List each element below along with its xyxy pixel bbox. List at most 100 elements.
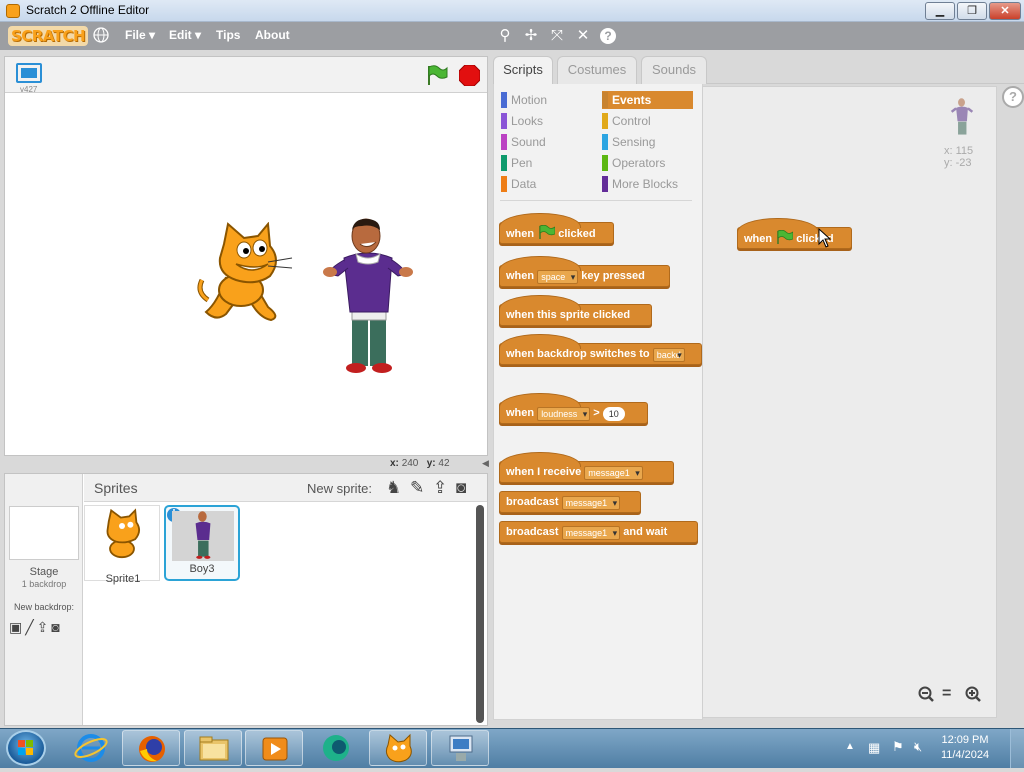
duplicate-tool-icon[interactable]: ⚲ <box>496 27 514 45</box>
paint-backdrop-icon[interactable]: ▣ <box>9 619 25 635</box>
help-tool-icon[interactable]: ? <box>600 28 616 44</box>
backdrop-dropdown[interactable]: backd <box>652 348 685 362</box>
sprite-name: Boy3 <box>189 563 215 575</box>
app-icon <box>6 4 20 18</box>
tray-flag-icon[interactable]: ⚑ <box>892 739 904 755</box>
scratch-logo[interactable]: SCRATCH <box>8 26 89 46</box>
category-sound[interactable]: Sound <box>501 133 591 151</box>
category-events[interactable]: Events <box>602 91 693 109</box>
upload-backdrop-icon[interactable]: ⇪ <box>37 619 52 635</box>
stage-column: Stage 1 backdrop New backdrop: ▣╱⇪◙ <box>5 474 83 725</box>
category-sensing[interactable]: Sensing <box>602 133 693 151</box>
sprite-y: y: -23 <box>944 157 972 169</box>
zoom-in-icon[interactable] <box>965 686 981 702</box>
category-looks[interactable]: Looks <box>501 112 591 130</box>
zoom-reset-icon[interactable]: = <box>942 686 958 702</box>
stop-sign-icon[interactable] <box>458 64 481 87</box>
file-explorer-icon[interactable] <box>184 730 242 766</box>
category-swatch <box>501 92 507 108</box>
block-when-loudness[interactable]: when loudness > 10 <box>499 393 648 424</box>
globe-icon[interactable] <box>93 27 109 43</box>
sprite-x: x: 115 <box>944 145 974 157</box>
backdrop-count: 1 backdrop <box>21 579 67 589</box>
sprite-position: x: 115 y: -23 <box>944 145 973 169</box>
collapse-arrow-icon[interactable]: ◀ <box>482 458 490 472</box>
sprite-thumbnail-boy3[interactable]: i Boy3 <box>164 505 240 581</box>
stage-thumbnail[interactable] <box>9 506 79 560</box>
network-app-icon[interactable] <box>431 730 489 766</box>
clock[interactable]: 12:09 PM 11/4/2024 <box>935 733 995 763</box>
block-broadcast-and-wait[interactable]: broadcast message1 and wait <box>499 521 698 543</box>
show-desktop-button[interactable] <box>1010 729 1024 768</box>
clock-time: 12:09 PM <box>941 734 989 746</box>
script-when-flag-clicked[interactable]: when clicked <box>737 218 852 249</box>
block-when-key-pressed[interactable]: when space key pressed <box>499 256 670 287</box>
close-button[interactable]: ✕ <box>989 2 1021 20</box>
sprite-thumbnail-sprite1[interactable]: Sprite1 <box>84 505 160 585</box>
internet-explorer-icon[interactable] <box>62 730 120 766</box>
grow-tool-icon[interactable]: ⤧ <box>548 27 566 45</box>
upload-sprite-icon[interactable]: ⇪ <box>433 478 447 498</box>
scripts-area[interactable] <box>702 86 997 718</box>
scratch-taskbar-icon[interactable] <box>369 730 427 766</box>
green-flag-icon <box>777 230 794 244</box>
draw-backdrop-icon[interactable]: ╱ <box>25 619 36 635</box>
tray-arrow-icon[interactable]: ▲ <box>845 741 855 752</box>
choose-sprite-icon[interactable]: ♞ <box>386 478 401 498</box>
threshold-input[interactable]: 10 <box>602 407 625 421</box>
sprites-header: Sprites New sprite: ♞ ✎ ⇪ ◙ <box>84 474 487 502</box>
maximize-button[interactable]: ❐ <box>957 2 987 20</box>
camera-backdrop-icon[interactable]: ◙ <box>51 619 62 635</box>
x-label: x: <box>390 458 399 469</box>
about-menu[interactable]: About <box>255 28 290 42</box>
message-dropdown[interactable]: message1 <box>561 496 621 510</box>
start-button[interactable] <box>6 730 46 766</box>
tab-scripts[interactable]: Scripts <box>493 56 553 85</box>
paint-sprite-icon[interactable]: ✎ <box>410 478 424 498</box>
block-broadcast[interactable]: broadcast message1 <box>499 491 641 513</box>
current-sprite-thumbnail <box>950 98 974 138</box>
edit-menu[interactable]: Edit ▾ <box>169 28 201 42</box>
title-bar: Scratch 2 Offline Editor ▁ ❐ ✕ <box>0 0 1024 22</box>
tab-costumes[interactable]: Costumes <box>557 56 637 84</box>
sensor-dropdown[interactable]: loudness <box>537 407 591 421</box>
category-list-right: Events Control Sensing Operators More Bl… <box>602 91 693 196</box>
zoom-out-icon[interactable] <box>918 686 934 702</box>
category-more-blocks[interactable]: More Blocks <box>602 175 693 193</box>
category-motion[interactable]: Motion <box>501 91 591 109</box>
block-when-flag-clicked[interactable]: when clicked <box>499 213 614 244</box>
message-dropdown[interactable]: message1 <box>561 526 621 540</box>
category-data[interactable]: Data <box>501 175 591 193</box>
green-flag-icon[interactable] <box>425 63 449 87</box>
sprite-name: Sprite1 <box>105 573 141 585</box>
fullscreen-icon[interactable] <box>16 63 42 83</box>
block-when-backdrop-switches[interactable]: when backdrop switches to backd <box>499 334 702 365</box>
shrink-tool-icon[interactable]: ✕ <box>574 27 592 45</box>
block-when-i-receive[interactable]: when I receive message1 <box>499 452 674 483</box>
tray-network-icon[interactable]: ▦ <box>868 740 880 756</box>
category-list-left: Motion Looks Sound Pen Data <box>501 91 591 196</box>
category-control[interactable]: Control <box>602 112 693 130</box>
version-label: v427 <box>20 85 38 94</box>
tips-menu[interactable]: Tips <box>216 28 240 42</box>
mouse-cursor-icon <box>818 227 832 248</box>
category-pen[interactable]: Pen <box>501 154 591 172</box>
media-player-icon[interactable] <box>245 730 303 766</box>
tray-volume-muted-icon[interactable]: 🔇︎ <box>914 739 922 755</box>
tab-sounds[interactable]: Sounds <box>641 56 707 84</box>
key-dropdown[interactable]: space <box>537 270 579 284</box>
boy-sprite[interactable] <box>322 218 414 380</box>
app-icon-teal[interactable] <box>307 730 365 766</box>
sprites-scrollbar[interactable] <box>476 505 484 723</box>
camera-sprite-icon[interactable]: ◙ <box>456 478 466 498</box>
message-dropdown[interactable]: message1 <box>584 466 643 480</box>
minimize-button[interactable]: ▁ <box>925 2 955 20</box>
file-menu[interactable]: File ▾ <box>125 28 155 42</box>
block-when-sprite-clicked[interactable]: when this sprite clicked <box>499 295 652 326</box>
cut-tool-icon[interactable]: ✢ <box>522 27 540 45</box>
cat-sprite[interactable] <box>196 221 296 327</box>
help-icon[interactable]: ? <box>1002 86 1024 108</box>
category-operators[interactable]: Operators <box>602 154 693 172</box>
firefox-icon[interactable] <box>122 730 180 766</box>
clock-date: 11/4/2024 <box>940 749 990 761</box>
